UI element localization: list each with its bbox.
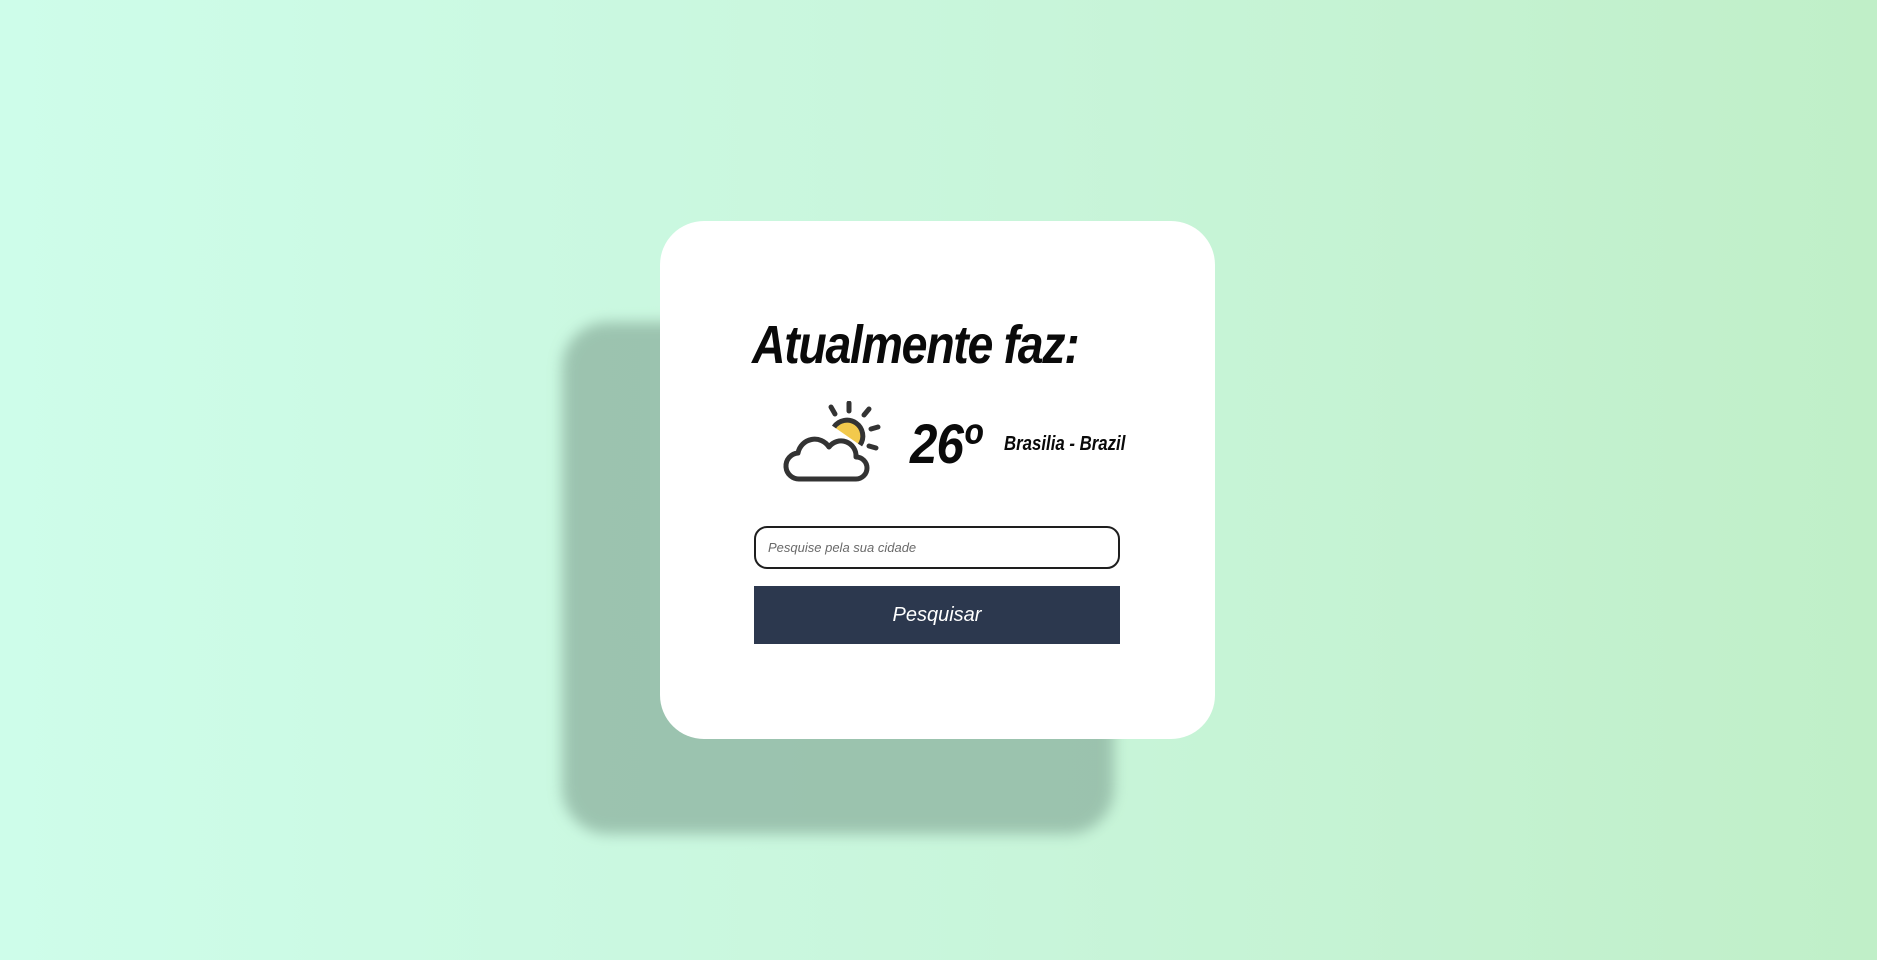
location-label: Brasilia - Brazil	[1004, 433, 1126, 455]
city-search-input[interactable]	[754, 526, 1120, 569]
weather-card: Atualmente faz: 26º Brasilia - Brazil Pe…	[660, 221, 1215, 739]
partly-cloudy-icon	[783, 401, 881, 482]
current-weather: 26º Brasilia - Brazil	[782, 401, 1126, 491]
temperature-value: 26º	[910, 412, 981, 475]
search-button[interactable]: Pesquisar	[754, 586, 1120, 644]
card-title: Atualmente faz:	[752, 315, 1080, 375]
